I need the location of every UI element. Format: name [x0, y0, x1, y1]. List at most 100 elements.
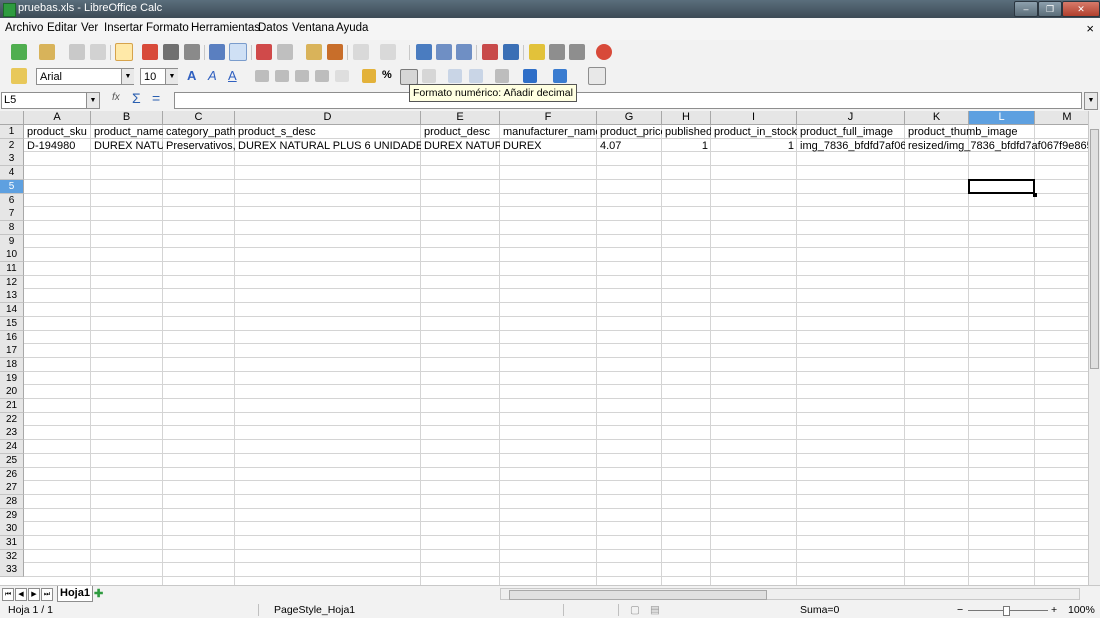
font-size-dropdown-icon[interactable]: ▼: [165, 69, 178, 84]
vertical-scroll-thumb[interactable]: [1090, 129, 1099, 369]
next-sheet-icon[interactable]: ▶: [28, 588, 40, 601]
edit-mode-icon[interactable]: [115, 43, 133, 61]
row-header-1[interactable]: 1: [0, 125, 24, 139]
header-cell-a1[interactable]: product_sku: [24, 125, 91, 139]
name-box-dropdown-icon[interactable]: ▼: [86, 93, 99, 108]
row-header-16[interactable]: 16: [0, 330, 24, 345]
select-all-corner[interactable]: [0, 111, 24, 125]
underline-icon[interactable]: A: [228, 68, 237, 83]
decrease-indent-icon[interactable]: [448, 69, 462, 83]
pivot-table-icon[interactable]: [503, 44, 519, 60]
zoom-level[interactable]: 100%: [1068, 602, 1095, 618]
close-document-button[interactable]: ×: [1086, 21, 1094, 36]
italic-icon[interactable]: A: [208, 68, 217, 83]
hyperlink-icon[interactable]: [416, 44, 432, 60]
column-header-f[interactable]: F: [500, 111, 597, 125]
autospellcheck-icon[interactable]: [229, 43, 247, 61]
email-icon[interactable]: [90, 44, 106, 60]
chart-icon[interactable]: [482, 44, 498, 60]
column-header-m[interactable]: M: [1035, 111, 1088, 125]
export-pdf-icon[interactable]: [142, 44, 158, 60]
borders-icon[interactable]: [495, 69, 509, 83]
header-cell-h1[interactable]: published: [662, 125, 711, 139]
data-cell-f2[interactable]: DUREX: [500, 139, 597, 153]
add-decimal-icon[interactable]: [400, 69, 418, 85]
row-header-19[interactable]: 19: [0, 371, 24, 386]
menu-formato[interactable]: Formato: [146, 22, 189, 34]
row-header-21[interactable]: 21: [0, 399, 24, 413]
data-cell-i2[interactable]: 1: [711, 139, 797, 153]
column-header-e[interactable]: E: [421, 111, 500, 125]
status-page-style[interactable]: PageStyle_Hoja1: [274, 602, 355, 618]
row-header-8[interactable]: 8: [0, 220, 24, 235]
header-cell-d1[interactable]: product_s_desc: [235, 125, 421, 139]
help-icon[interactable]: [596, 44, 612, 60]
horizontal-scrollbar[interactable]: [500, 588, 1080, 600]
redo-icon[interactable]: [380, 44, 396, 60]
cut-icon[interactable]: [256, 44, 272, 60]
data-cell-k2[interactable]: resized/img_7836_bfdfd7af067f9e86569: [905, 139, 1088, 153]
fill-handle[interactable]: [1033, 192, 1037, 197]
row-header-32[interactable]: 32: [0, 549, 24, 564]
column-header-h[interactable]: H: [662, 111, 711, 125]
row-header-6[interactable]: 6: [0, 193, 24, 208]
vertical-scrollbar[interactable]: [1088, 111, 1100, 585]
horizontal-scroll-thumb[interactable]: [509, 590, 767, 600]
equals-icon[interactable]: =: [152, 90, 160, 106]
minimize-button[interactable]: –: [1014, 1, 1038, 17]
column-header-k[interactable]: K: [905, 111, 969, 125]
header-cell-f1[interactable]: manufacturer_name: [500, 125, 597, 139]
header-cell-e1[interactable]: product_desc: [421, 125, 500, 139]
spreadsheet-grid[interactable]: A B C D E F G H I J K L M 1 2 3 4 5 6 7 8 9 10 11 12 13 14 15 16 17 18…: [0, 111, 1088, 585]
bold-icon[interactable]: A: [187, 68, 196, 83]
menu-insertar[interactable]: Insertar: [104, 22, 143, 34]
copy-icon[interactable]: [277, 44, 293, 60]
styles-icon[interactable]: [11, 68, 27, 84]
last-sheet-icon[interactable]: ⏭: [41, 588, 53, 601]
grid-toggle-icon[interactable]: [588, 67, 606, 85]
sheet-tab-hoja1[interactable]: Hoja1: [57, 586, 93, 602]
add-sheet-icon[interactable]: ✚: [94, 587, 103, 600]
increase-indent-icon[interactable]: [469, 69, 483, 83]
print-icon[interactable]: [163, 44, 179, 60]
row-header-27[interactable]: 27: [0, 481, 24, 496]
align-center-icon[interactable]: [275, 70, 289, 82]
column-header-l[interactable]: L: [969, 111, 1035, 125]
clone-formatting-icon[interactable]: [327, 44, 343, 60]
row-header-18[interactable]: 18: [0, 357, 24, 372]
find-replace-icon[interactable]: [549, 44, 565, 60]
header-cell-b1[interactable]: product_name: [91, 125, 163, 139]
background-color-icon[interactable]: [523, 69, 537, 83]
zoom-out-icon[interactable]: −: [957, 602, 963, 618]
row-header-26[interactable]: 26: [0, 467, 24, 482]
data-cell-a2[interactable]: D-194980: [24, 139, 91, 153]
column-header-g[interactable]: G: [597, 111, 662, 125]
row-header-31[interactable]: 31: [0, 536, 24, 550]
data-cell-d2[interactable]: DUREX NATURAL PLUS 6 UNIDADES: [235, 139, 421, 153]
menu-ventana[interactable]: Ventana: [292, 22, 334, 34]
font-name-box[interactable]: Arial: [36, 68, 134, 85]
column-header-c[interactable]: C: [163, 111, 235, 125]
header-cell-k1[interactable]: product_thumb_image: [905, 125, 1088, 139]
undo-icon[interactable]: [353, 44, 369, 60]
zoom-slider-handle[interactable]: [1003, 606, 1010, 616]
header-cell-j1[interactable]: product_full_image: [797, 125, 905, 139]
row-header-10[interactable]: 10: [0, 248, 24, 263]
row-header-11[interactable]: 11: [0, 262, 24, 276]
row-header-20[interactable]: 20: [0, 385, 24, 400]
menu-ayuda[interactable]: Ayuda: [336, 22, 368, 34]
data-cell-c2[interactable]: Preservativos,: [163, 139, 235, 153]
row-header-25[interactable]: 25: [0, 453, 24, 468]
merge-cells-icon[interactable]: [335, 70, 349, 82]
navigator-icon[interactable]: [569, 44, 585, 60]
row-header-3[interactable]: 3: [0, 152, 24, 167]
delete-decimal-icon[interactable]: [422, 69, 436, 83]
align-left-icon[interactable]: [255, 70, 269, 82]
row-header-7[interactable]: 7: [0, 207, 24, 222]
font-name-dropdown-icon[interactable]: ▼: [121, 69, 134, 84]
spellcheck-icon[interactable]: [209, 44, 225, 60]
save-icon[interactable]: [69, 44, 85, 60]
row-header-12[interactable]: 12: [0, 275, 24, 290]
data-cell-e2[interactable]: DUREX NATURAL PLUS: [421, 139, 500, 153]
row-header-4[interactable]: 4: [0, 166, 24, 181]
